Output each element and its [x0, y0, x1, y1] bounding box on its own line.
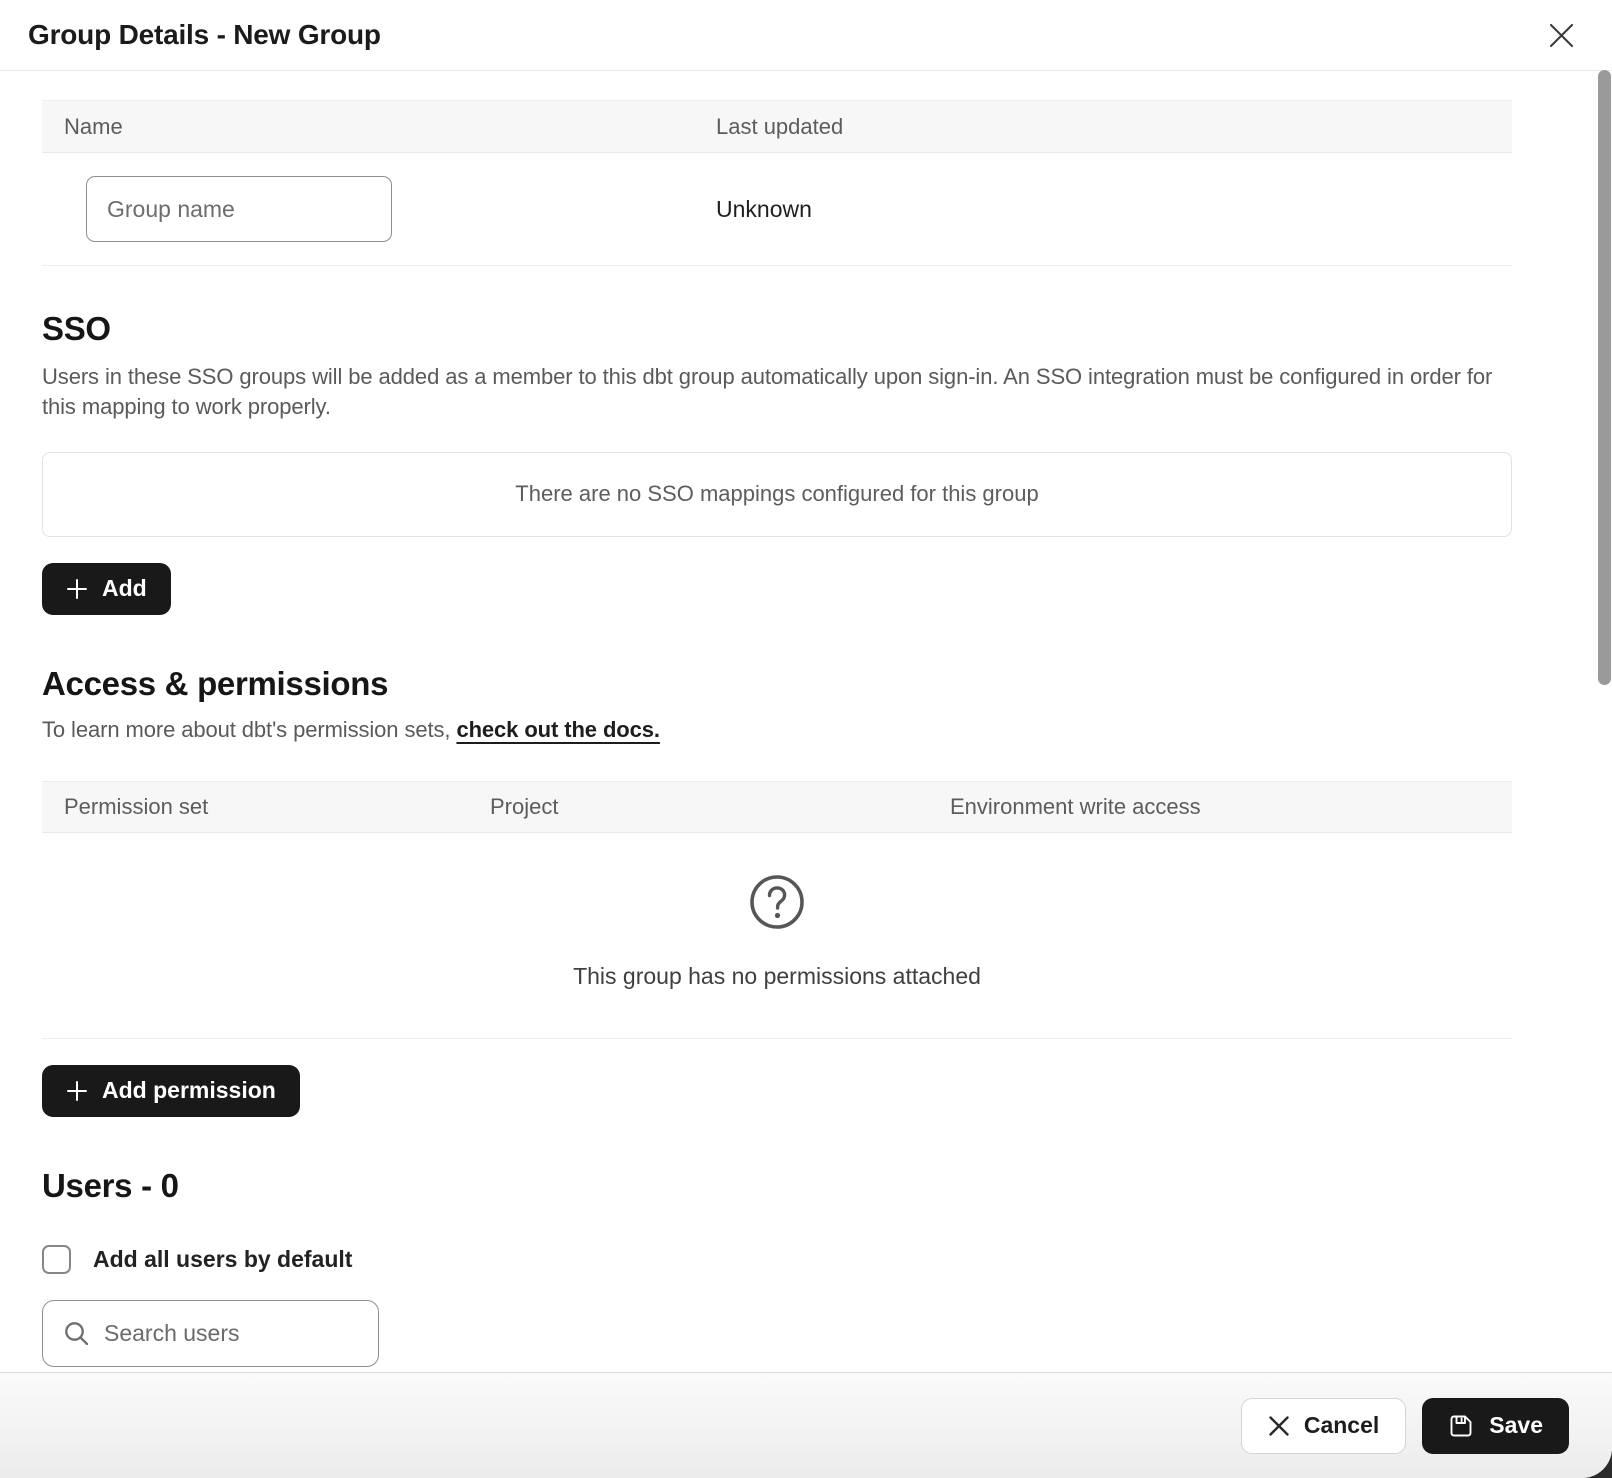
permission-set-column-header: Permission set — [42, 794, 490, 820]
docs-link[interactable]: check out the docs. — [456, 717, 659, 742]
question-circle-icon — [748, 873, 806, 931]
last-updated-column-header: Last updated — [716, 114, 1512, 140]
modal-header: Group Details - New Group — [0, 0, 1612, 71]
group-name-table: Name Last updated Unknown — [42, 100, 1512, 266]
close-button[interactable] — [1544, 18, 1578, 52]
permissions-description-text: To learn more about dbt's permission set… — [42, 717, 456, 742]
permissions-description: To learn more about dbt's permission set… — [42, 717, 1512, 743]
environment-write-access-column-header: Environment write access — [950, 794, 1512, 820]
group-details-modal: Group Details - New Group Name Last upda… — [0, 0, 1612, 1478]
project-column-header: Project — [490, 794, 950, 820]
cancel-button-label: Cancel — [1304, 1412, 1379, 1439]
cancel-x-icon — [1268, 1415, 1290, 1437]
last-updated-value: Unknown — [716, 196, 1512, 223]
save-button-label: Save — [1489, 1412, 1543, 1439]
add-all-users-checkbox[interactable] — [42, 1245, 71, 1274]
access-permissions-heading: Access & permissions — [42, 665, 1512, 703]
add-permission-button-label: Add permission — [102, 1077, 276, 1104]
users-heading: Users - 0 — [42, 1167, 1512, 1205]
vertical-scrollbar[interactable] — [1598, 70, 1611, 685]
modal-footer: Cancel Save — [0, 1372, 1612, 1478]
permissions-empty-state: This group has no permissions attached — [42, 833, 1512, 1039]
add-sso-mapping-button[interactable]: Add — [42, 563, 171, 615]
permissions-table-header-row: Permission set Project Environment write… — [42, 781, 1512, 833]
floppy-disk-icon — [1448, 1413, 1474, 1439]
add-all-users-row[interactable]: Add all users by default — [42, 1245, 1512, 1274]
plus-icon — [66, 578, 88, 600]
search-users-field[interactable] — [42, 1300, 379, 1367]
search-icon — [63, 1320, 90, 1347]
sso-description: Users in these SSO groups will be added … — [42, 362, 1504, 422]
group-table-header-row: Name Last updated — [42, 101, 1512, 153]
group-name-input[interactable] — [86, 176, 392, 242]
search-users-input[interactable] — [104, 1320, 400, 1347]
cancel-button[interactable]: Cancel — [1241, 1398, 1406, 1454]
sso-heading: SSO — [42, 310, 1512, 348]
group-table-row: Unknown — [42, 153, 1512, 266]
add-all-users-label: Add all users by default — [93, 1246, 352, 1273]
close-icon — [1549, 23, 1574, 48]
sso-empty-state: There are no SSO mappings configured for… — [42, 452, 1512, 537]
modal-body: Name Last updated Unknown SSO Users in t… — [0, 72, 1612, 1372]
name-column-header: Name — [42, 114, 716, 140]
add-sso-button-label: Add — [102, 575, 147, 602]
permissions-empty-message: This group has no permissions attached — [573, 963, 981, 990]
add-permission-button[interactable]: Add permission — [42, 1065, 300, 1117]
modal-title: Group Details - New Group — [28, 19, 381, 51]
permissions-table: Permission set Project Environment write… — [42, 781, 1512, 1039]
plus-icon — [66, 1080, 88, 1102]
save-button[interactable]: Save — [1422, 1398, 1569, 1454]
sso-empty-message: There are no SSO mappings configured for… — [515, 481, 1038, 507]
